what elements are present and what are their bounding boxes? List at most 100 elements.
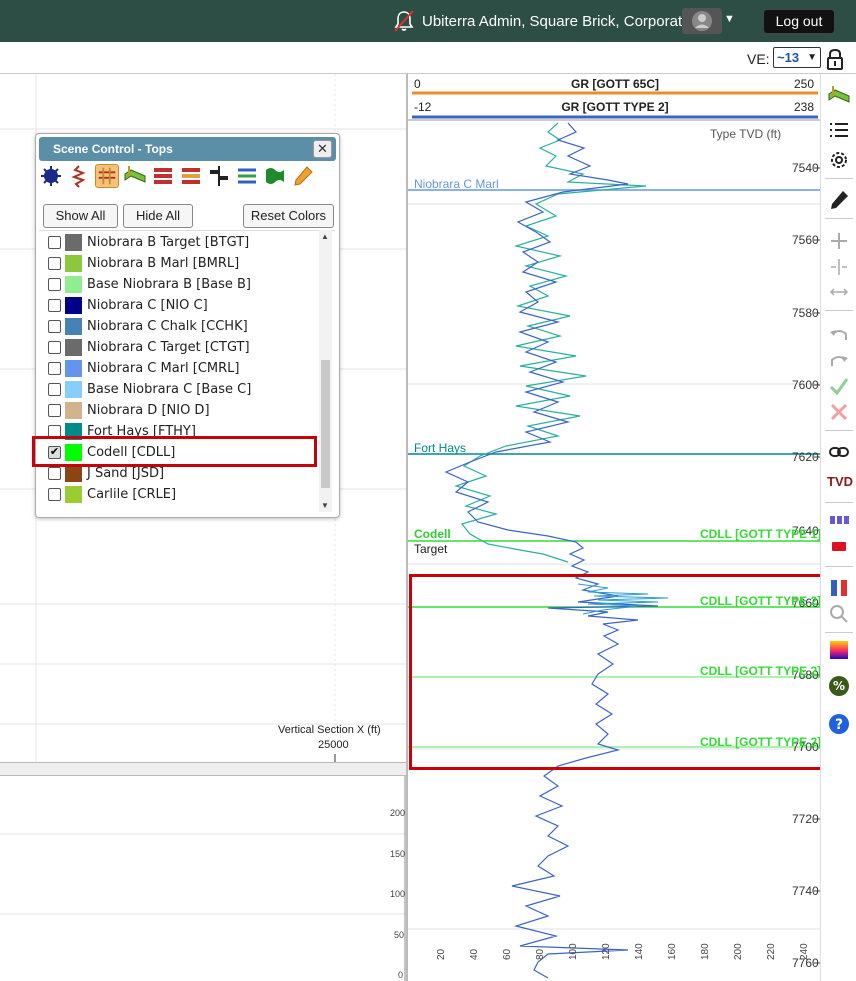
reset-colors-button[interactable]: Reset Colors: [243, 204, 334, 228]
avatar[interactable]: [682, 8, 722, 34]
surfaces-icon[interactable]: [827, 84, 851, 108]
scroll-up-icon[interactable]: ▲: [321, 232, 329, 241]
top-visibility-checkbox[interactable]: [48, 362, 61, 375]
gear-icon[interactable]: [827, 148, 851, 172]
top-color-swatch[interactable]: [65, 360, 82, 377]
list-icon[interactable]: [827, 118, 851, 142]
link-icon[interactable]: [827, 440, 851, 464]
top-label-codell[interactable]: Codell: [414, 527, 451, 541]
top-color-swatch[interactable]: [65, 339, 82, 356]
color-scale-icon[interactable]: [827, 638, 851, 662]
depth-axis-title: Type TVD (ft): [710, 127, 782, 141]
top-label: Niobrara C Target [CTGT]: [87, 340, 250, 355]
vertical-section-axis-value: 25000: [318, 739, 349, 751]
gr-axis-tick: 100: [390, 889, 406, 899]
stretch-icon[interactable]: [827, 280, 851, 304]
flags-icon[interactable]: [263, 164, 287, 188]
scene-control-header[interactable]: Scene Control - Tops ✕: [39, 137, 336, 161]
correlate-icon[interactable]: [827, 576, 851, 600]
curve1-name[interactable]: GR [GOTT 65C]: [408, 77, 820, 91]
help-icon[interactable]: ?: [827, 712, 851, 736]
top-visibility-checkbox[interactable]: [48, 488, 61, 501]
curve2-name[interactable]: GR [GOTT TYPE 2]: [408, 100, 820, 114]
top-visibility-checkbox[interactable]: [48, 467, 61, 480]
top-color-swatch[interactable]: [65, 255, 82, 272]
top-list-item[interactable]: Niobrara D [NIO D]: [39, 400, 319, 421]
pencil-icon[interactable]: [291, 164, 315, 188]
top-list-item[interactable]: Carlile [CRLE]: [39, 484, 319, 505]
top-color-swatch[interactable]: [65, 276, 82, 293]
single-track-icon[interactable]: [827, 534, 851, 558]
tops-icon[interactable]: [95, 164, 119, 188]
scroll-down-icon[interactable]: ▼: [321, 501, 329, 510]
undo-icon[interactable]: [827, 324, 851, 348]
show-all-button[interactable]: Show All: [43, 204, 118, 228]
top-visibility-checkbox[interactable]: [48, 278, 61, 291]
top-list-item[interactable]: Niobrara B Marl [BMRL]: [39, 253, 319, 274]
top-color-swatch[interactable]: [65, 486, 82, 503]
wells-icon[interactable]: [39, 164, 63, 188]
top-visibility-checkbox[interactable]: [48, 320, 61, 333]
toolbar-divider: [825, 178, 853, 179]
top-label-niobrara-c-marl[interactable]: Niobrara C Marl: [414, 177, 499, 191]
tracks-icon[interactable]: [827, 508, 851, 532]
top-color-swatch[interactable]: [65, 318, 82, 335]
tops-list-scrollbar[interactable]: ▲ ▼: [319, 230, 332, 512]
top-label-fort-hays[interactable]: Fort Hays: [414, 441, 466, 455]
percent-icon[interactable]: %: [827, 674, 851, 698]
top-list-item[interactable]: Niobrara C Target [CTGT]: [39, 337, 319, 358]
panel-splitter[interactable]: [0, 762, 406, 776]
check-icon[interactable]: [827, 374, 851, 398]
close-icon[interactable]: [827, 400, 851, 424]
search-icon[interactable]: [827, 602, 851, 626]
hide-all-button[interactable]: Hide All: [123, 204, 193, 228]
cdll-top-label[interactable]: CDLL [GOTT TYPE 1]: [700, 527, 820, 541]
top-list-item[interactable]: Niobrara C Marl [CMRL]: [39, 358, 319, 379]
svg-text:?: ?: [835, 717, 843, 733]
plus-icon[interactable]: [827, 229, 851, 253]
scrollbar-thumb[interactable]: [321, 360, 330, 488]
type-log-track[interactable]: 0 GR [GOTT 65C] 250 -12 GR [GOTT TYPE 2]…: [406, 74, 820, 981]
layers-icon[interactable]: [151, 164, 175, 188]
top-list-item[interactable]: Base Niobrara B [Base B]: [39, 274, 319, 295]
pencil-icon[interactable]: [827, 188, 851, 212]
chevron-down-icon[interactable]: ▼: [724, 13, 735, 25]
grids-icon[interactable]: [235, 164, 259, 188]
top-label: J Sand [JSD]: [87, 466, 165, 481]
top-list-item[interactable]: Base Niobrara C [Base C]: [39, 379, 319, 400]
toolbar-divider: [825, 632, 853, 633]
redo-icon[interactable]: [827, 350, 851, 374]
top-label: Niobrara C Chalk [CCHK]: [87, 319, 248, 334]
scene-control-panel: Scene Control - Tops ✕ Show All Hide All…: [32, 133, 340, 518]
toolbar-divider: [825, 502, 853, 503]
surfaces-icon[interactable]: [123, 164, 147, 188]
split-icon[interactable]: [827, 255, 851, 279]
top-visibility-checkbox[interactable]: [48, 341, 61, 354]
top-visibility-checkbox[interactable]: [48, 236, 61, 249]
top-label-target[interactable]: Target: [414, 542, 447, 556]
top-list-item[interactable]: Niobrara B Target [BTGT]: [39, 232, 319, 253]
logs-icon[interactable]: [67, 164, 91, 188]
gr-axis-label: 40: [469, 948, 480, 960]
zones-icon[interactable]: [179, 164, 203, 188]
top-color-swatch[interactable]: [65, 381, 82, 398]
top-visibility-checkbox[interactable]: [48, 257, 61, 270]
notifications-off-icon[interactable]: [392, 9, 416, 33]
top-list-item[interactable]: Niobrara C [NIO C]: [39, 295, 319, 316]
top-color-swatch[interactable]: [65, 465, 82, 482]
top-visibility-checkbox[interactable]: [48, 383, 61, 396]
faults-icon[interactable]: [207, 164, 231, 188]
top-color-swatch[interactable]: [65, 234, 82, 251]
top-visibility-checkbox[interactable]: [48, 299, 61, 312]
top-list-item[interactable]: Niobrara C Chalk [CCHK]: [39, 316, 319, 337]
tvd-button[interactable]: TVD: [827, 470, 853, 494]
gr-axis-label: 220: [766, 943, 777, 960]
close-button[interactable]: ✕: [313, 140, 332, 158]
ve-label: VE:: [747, 51, 770, 67]
ve-select[interactable]: ~13 ▼: [773, 47, 821, 68]
top-color-swatch[interactable]: [65, 402, 82, 419]
top-visibility-checkbox[interactable]: [48, 404, 61, 417]
logout-button[interactable]: Log out: [763, 9, 835, 34]
top-color-swatch[interactable]: [65, 297, 82, 314]
lock-icon[interactable]: [826, 48, 844, 70]
